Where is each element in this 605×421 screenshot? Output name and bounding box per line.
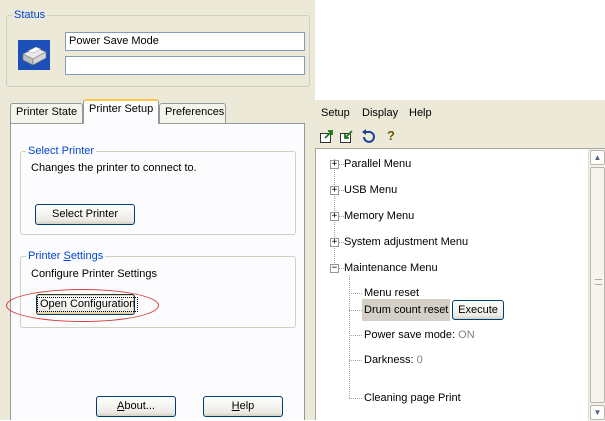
- status-group: Status Power Save Mode: [6, 8, 310, 87]
- tree-item-power-save-mode[interactable]: Power save mode: ON: [364, 328, 475, 342]
- tree-item-menu-reset[interactable]: Menu reset: [364, 286, 419, 300]
- menu-display[interactable]: Display: [362, 107, 398, 119]
- scroll-grip-icon: [595, 279, 602, 285]
- status-mode-field: Power Save Mode: [65, 32, 305, 51]
- select-printer-legend: Select Printer: [26, 144, 97, 158]
- open-configuration-button[interactable]: Open Configuration: [36, 294, 139, 315]
- undo-icon[interactable]: [360, 128, 376, 144]
- export-icon[interactable]: [319, 128, 335, 144]
- scroll-down-arrow-icon[interactable]: ▼: [590, 405, 605, 420]
- tab-preferences[interactable]: Preferences: [159, 103, 226, 123]
- power-save-value: ON: [458, 329, 475, 341]
- about-button[interactable]: About...: [96, 396, 176, 417]
- menu-bar: Setup Display Help: [315, 103, 605, 125]
- tree-item-memory-menu[interactable]: Memory Menu: [344, 209, 414, 223]
- expand-system-adjustment-toggle[interactable]: +: [330, 238, 339, 247]
- settings-tree: + Parallel Menu + USB Menu + Memory Menu…: [315, 148, 605, 421]
- status-legend: Status: [12, 8, 48, 22]
- tree-item-system-adjustment-menu[interactable]: System adjustment Menu: [344, 235, 468, 249]
- printer-setup-panel: Select Printer Changes the printer to co…: [10, 123, 305, 420]
- tab-printer-setup[interactable]: Printer Setup: [83, 99, 159, 124]
- tree-item-darkness[interactable]: Darkness: 0: [364, 353, 423, 367]
- help-button[interactable]: Help: [203, 396, 283, 417]
- toolbar: ?: [315, 125, 605, 147]
- select-printer-button[interactable]: Select Printer: [35, 204, 135, 225]
- tree-item-parallel-menu[interactable]: Parallel Menu: [344, 157, 411, 171]
- expand-usb-toggle[interactable]: +: [330, 186, 339, 195]
- printer-settings-group: Printer Settings Configure Printer Setti…: [20, 249, 296, 328]
- tree-item-cleaning-page-print[interactable]: Cleaning page Print: [364, 391, 461, 405]
- status-secondary-field: [65, 56, 305, 75]
- configuration-window: Setup Display Help ? + Parallel Menu + U…: [315, 100, 605, 421]
- execute-button[interactable]: Execute: [452, 300, 504, 320]
- vertical-scrollbar[interactable]: ▲ ▼: [588, 149, 605, 421]
- printer-icon: [18, 40, 50, 70]
- tab-printer-state[interactable]: Printer State: [10, 103, 83, 123]
- collapse-maintenance-toggle[interactable]: −: [330, 264, 339, 273]
- scroll-up-arrow-icon[interactable]: ▲: [590, 150, 605, 165]
- tree-item-drum-count-reset[interactable]: Drum count reset: [364, 303, 448, 317]
- import-icon[interactable]: [339, 128, 355, 144]
- tree-item-usb-menu[interactable]: USB Menu: [344, 183, 397, 197]
- expand-memory-toggle[interactable]: +: [330, 212, 339, 221]
- printer-settings-legend: Printer Settings: [26, 249, 106, 263]
- menu-setup[interactable]: Setup: [321, 107, 350, 119]
- printer-settings-description: Configure Printer Settings: [31, 268, 157, 280]
- menu-help[interactable]: Help: [409, 107, 432, 119]
- help-icon[interactable]: ?: [383, 128, 399, 144]
- expand-parallel-toggle[interactable]: +: [330, 160, 339, 169]
- select-printer-description: Changes the printer to connect to.: [31, 162, 197, 174]
- scroll-thumb[interactable]: [590, 167, 605, 403]
- darkness-value: 0: [416, 354, 423, 366]
- printer-utility-window: Status Power Save Mode Printer State Pri…: [0, 0, 315, 420]
- tree-item-maintenance-menu[interactable]: Maintenance Menu: [344, 261, 438, 275]
